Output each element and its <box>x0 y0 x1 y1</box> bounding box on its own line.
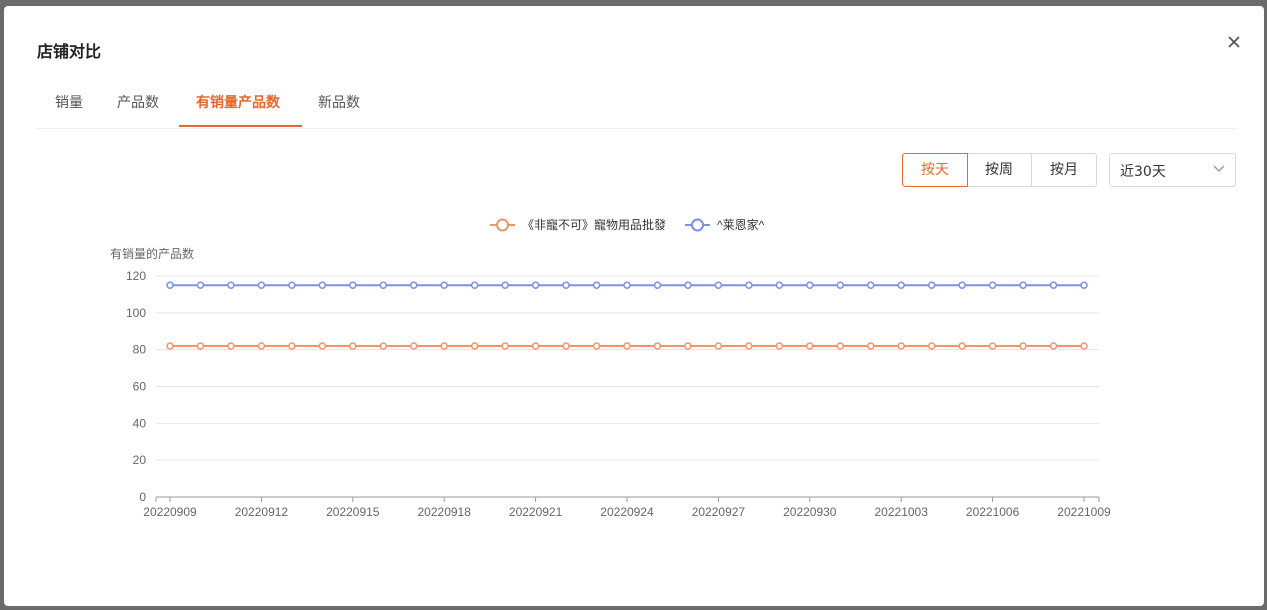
date-range-select[interactable]: 近30天 <box>1109 153 1236 187</box>
tab-products-with-sales[interactable]: 有销量产品数 <box>196 92 280 112</box>
date-range-value: 近30天 <box>1120 164 1166 180</box>
by-month-button[interactable]: 按月 <box>1031 153 1097 187</box>
tab-bar: 销量 产品数 有销量产品数 新品数 <box>37 86 1237 129</box>
by-day-button[interactable]: 按天 <box>902 153 968 187</box>
active-tab-indicator <box>179 125 302 127</box>
by-week-button[interactable]: 按周 <box>966 153 1032 187</box>
store-compare-dialog: 店铺对比 销量 产品数 有销量产品数 新品数 按天 按周 按月 近30天 <box>4 6 1264 606</box>
tab-product-count[interactable]: 产品数 <box>117 92 159 112</box>
tab-new-products[interactable]: 新品数 <box>318 92 360 112</box>
close-icon[interactable] <box>1226 34 1242 50</box>
dialog-title: 店铺对比 <box>37 42 102 61</box>
chevron-down-icon <box>1213 165 1225 172</box>
tab-sales[interactable]: 销量 <box>55 92 83 112</box>
